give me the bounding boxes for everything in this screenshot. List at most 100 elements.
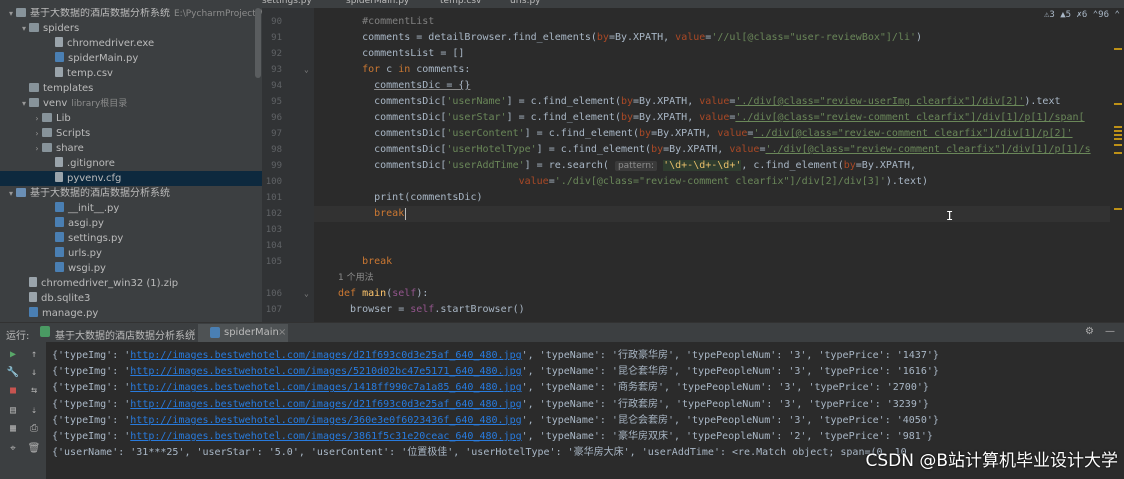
tree-item-hint: E:\PycharmProjects\d (174, 9, 262, 19)
line-number: 106 (265, 289, 282, 299)
tree-item[interactable]: pyvenv.cfg (0, 171, 262, 186)
close-icon[interactable]: × (188, 327, 196, 338)
warning-marker[interactable] (1114, 134, 1122, 136)
warning-marker[interactable] (1114, 138, 1122, 140)
tree-item[interactable]: › Lib (0, 111, 262, 126)
warning-marker[interactable] (1114, 130, 1122, 132)
tree-item[interactable]: spiderMain.py (0, 51, 262, 66)
run-tab-django[interactable]: 基于大数据的酒店数据分析系统 (55, 327, 195, 342)
code-editor[interactable]: #commentList comments = detailBrowser.fin… (314, 8, 1110, 322)
warning-marker[interactable] (1114, 208, 1122, 210)
folder-icon (42, 128, 52, 137)
tree-item[interactable]: chromedriver.exe (0, 36, 262, 51)
console-text: ', 'typeName': '豪华房双床', 'typePeopleNum':… (521, 431, 933, 442)
tree-item[interactable]: ▾ spiders (0, 21, 262, 36)
warning-marker[interactable] (1114, 152, 1122, 154)
file-icon (29, 277, 37, 287)
console-text: ', 'typeName': '昆仑套华房', 'typePeopleNum':… (521, 366, 939, 378)
line-number: 100 (265, 177, 282, 187)
fold-icon[interactable]: ⌄ (304, 286, 312, 302)
wrench-icon[interactable]: 🔧 (5, 366, 21, 380)
tree-item[interactable]: templates (0, 81, 262, 96)
console-text: {'typeImg': ' (52, 398, 131, 410)
tree-item[interactable]: ▾ venv library根目录 (0, 96, 262, 111)
warning-marker[interactable] (1114, 126, 1122, 128)
console-url-link[interactable]: http://images.bestwehotel.com/images/d21… (130, 399, 521, 410)
editor-tab[interactable]: spiderMain.py (346, 0, 409, 8)
console-line: {'typeImg': 'http://images.bestwehotel.c… (52, 364, 939, 380)
inspection-widget[interactable]: ⚠3 ▲5 ✗6 ⌃96 ⌃ ⌄ (1044, 10, 1124, 20)
console-url-link[interactable]: http://images.bestwehotel.com/images/d21… (130, 350, 521, 361)
tree-item-label: 基于大数据的酒店数据分析系统 (30, 8, 170, 19)
expand-arrow-icon[interactable]: › (32, 111, 42, 126)
line-number: 107 (265, 305, 282, 315)
tree-item[interactable]: wsgi.py (0, 261, 262, 276)
tree-item[interactable]: db.sqlite3 (0, 291, 262, 306)
console-line: {'typeImg': 'http://images.bestwehotel.c… (52, 413, 939, 429)
tree-item-label: spiders (43, 23, 80, 34)
folder-icon (42, 113, 52, 122)
tree-item-label: manage.py (42, 308, 99, 319)
tree-item-label: chromedriver.exe (67, 38, 155, 49)
expand-arrow-icon[interactable]: ▾ (6, 8, 16, 21)
minimize-icon[interactable]: — (1105, 326, 1115, 337)
console-url-link[interactable]: http://images.bestwehotel.com/images/141… (130, 382, 521, 393)
python-file-icon (55, 217, 64, 227)
console-url-link[interactable]: http://images.bestwehotel.com/images/521… (130, 366, 521, 377)
console-url-link[interactable]: http://images.bestwehotel.com/images/360… (130, 415, 521, 426)
console-text: ', 'typeName': '商务套房', 'typePeopleNum': … (521, 382, 929, 394)
pin-icon[interactable]: ⌖ (5, 442, 21, 456)
grid-icon[interactable]: ▦ (5, 422, 21, 436)
fold-icon[interactable]: ⌄ (304, 62, 312, 78)
project-tree-scrollbar[interactable] (255, 8, 261, 78)
editor-tab[interactable]: settings.py (262, 0, 312, 8)
expand-arrow-icon[interactable]: › (32, 141, 42, 156)
stop-icon[interactable]: ■ (5, 384, 21, 398)
console-text: {'typeImg': ' (52, 431, 131, 442)
editor-scrollbar[interactable] (1110, 8, 1124, 322)
tree-item[interactable]: › share (0, 141, 262, 156)
mouse-ibeam-cursor: I (946, 209, 954, 223)
line-number: 92 (271, 49, 282, 59)
soft-wrap-icon[interactable]: ⇆ (26, 384, 42, 398)
tree-item[interactable]: ▾ 基于大数据的酒店数据分析系统 (0, 186, 262, 201)
tree-item-label: urls.py (68, 248, 102, 259)
warning-marker[interactable] (1114, 103, 1122, 105)
line-number: 98 (271, 145, 282, 155)
print-icon[interactable]: ⎙ (26, 422, 42, 436)
tree-item[interactable]: temp.csv (0, 66, 262, 81)
warning-marker[interactable] (1114, 144, 1122, 146)
tree-item-label: temp.csv (67, 68, 113, 79)
close-icon[interactable]: × (278, 327, 286, 338)
expand-arrow-icon[interactable]: › (32, 126, 42, 141)
tree-item[interactable]: settings.py (0, 231, 262, 246)
tree-item[interactable]: › Scripts (0, 126, 262, 141)
layout-icon[interactable]: ▤ (5, 404, 21, 418)
gear-icon[interactable]: ⚙ (1085, 326, 1094, 337)
editor-tab[interactable]: urls.py (510, 0, 541, 8)
tree-item[interactable]: chromedriver_win32 (1).zip (0, 276, 262, 291)
tree-item-label: .gitignore (67, 158, 115, 169)
line-number: 99 (271, 161, 282, 171)
tree-item[interactable]: urls.py (0, 246, 262, 261)
editor-tab[interactable]: temp.csv (440, 0, 481, 8)
run-tab-spidermain[interactable]: spiderMain (224, 327, 279, 338)
run-label: 运行: (6, 331, 30, 342)
expand-arrow-icon[interactable]: ▾ (19, 21, 29, 36)
tree-item[interactable]: asgi.py (0, 216, 262, 231)
expand-arrow-icon[interactable]: ▾ (6, 186, 16, 201)
expand-arrow-icon[interactable]: ▾ (19, 96, 29, 111)
tree-item[interactable]: .gitignore (0, 156, 262, 171)
warning-marker[interactable] (1114, 48, 1122, 50)
trash-icon[interactable]: 🗑 (26, 442, 42, 456)
code-line[interactable]: break (314, 206, 1110, 222)
tree-item[interactable]: ▾ 基于大数据的酒店数据分析系统 E:\PycharmProjects\d (0, 8, 262, 21)
console-url-link[interactable]: http://images.bestwehotel.com/images/386… (130, 431, 521, 442)
scroll-up-icon[interactable]: ↑ (26, 348, 42, 362)
scroll-to-end-icon[interactable]: ⇣ (26, 404, 42, 418)
scroll-down-icon[interactable]: ↓ (26, 366, 42, 380)
file-icon (55, 67, 63, 77)
tree-item[interactable]: manage.py (0, 306, 262, 321)
tree-item[interactable]: __init__.py (0, 201, 262, 216)
rerun-icon[interactable]: ▶ (5, 348, 21, 362)
